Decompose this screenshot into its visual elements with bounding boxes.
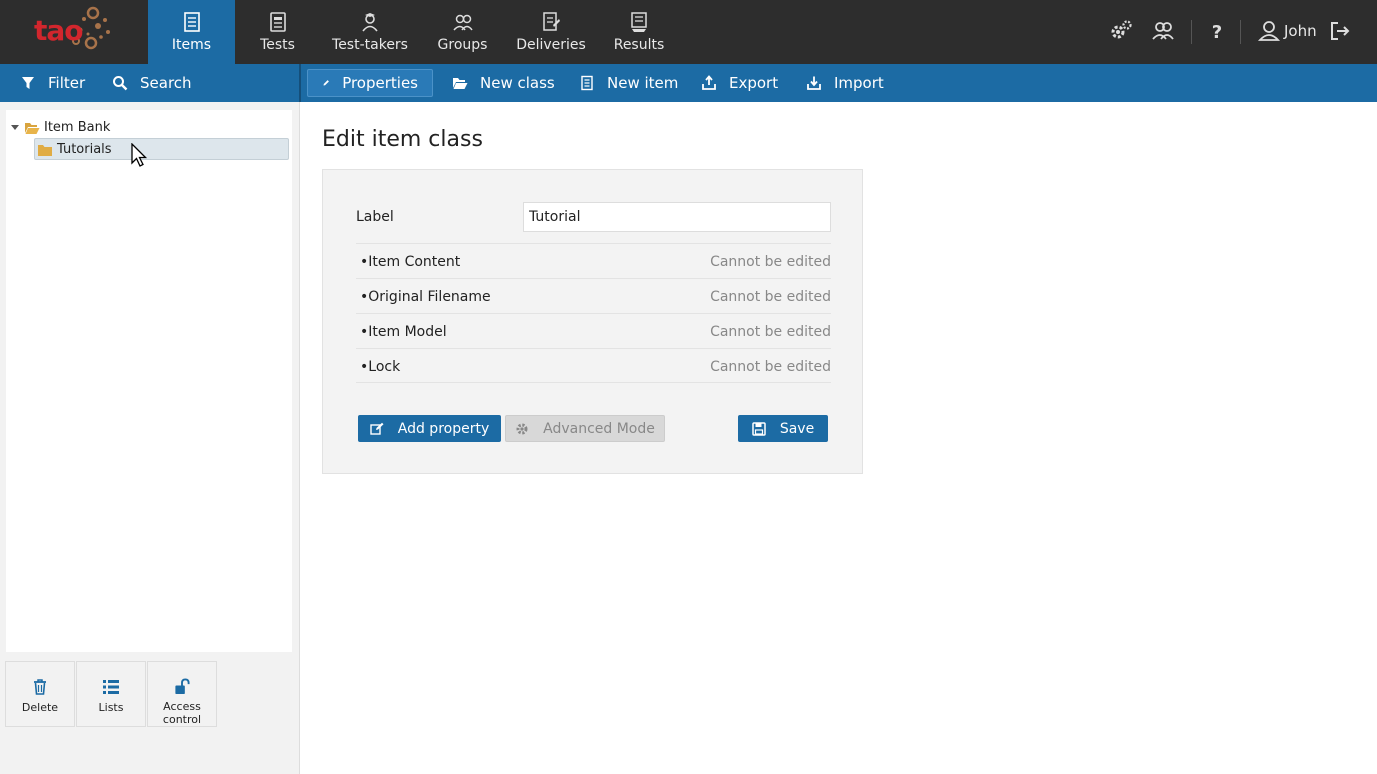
new-class-label: New class — [480, 74, 555, 92]
delete-label: Delete — [21, 701, 59, 714]
settings-icon[interactable] — [1108, 18, 1134, 44]
folder-open-icon — [453, 78, 468, 89]
page-title: Edit item class — [322, 127, 483, 152]
folder-icon — [38, 144, 52, 156]
search-label: Search — [140, 74, 192, 92]
tree-node-label: Tutorials — [57, 142, 112, 157]
import-icon — [807, 76, 821, 90]
lists-button[interactable]: Lists — [76, 661, 146, 727]
floppy-disk-icon — [752, 421, 766, 436]
test-takers-icon — [359, 11, 381, 33]
tree-node-tutorials[interactable]: Tutorials — [37, 142, 112, 157]
lists-label: Lists — [98, 701, 124, 714]
property-name: •Item Model — [360, 324, 447, 340]
item-icon — [581, 75, 593, 91]
delete-button[interactable]: Delete — [5, 661, 75, 727]
tree-node-item-bank[interactable]: Item Bank — [11, 120, 110, 135]
tool-divider — [1240, 20, 1241, 44]
pencil-icon — [323, 80, 329, 86]
top-header: tao Items Tests Test-takers Groups Deliv… — [0, 0, 1377, 64]
properties-label: Properties — [342, 74, 418, 92]
deliveries-icon — [540, 11, 562, 33]
tool-divider — [1191, 20, 1192, 44]
nav-label: Test-takers — [332, 37, 408, 53]
save-button[interactable]: Save — [738, 415, 828, 442]
logo-text: tao — [34, 14, 84, 47]
label-input[interactable] — [523, 202, 831, 232]
advanced-mode-button[interactable]: Advanced Mode — [505, 415, 665, 442]
trash-icon — [34, 679, 46, 695]
nav-tests[interactable]: Tests — [240, 0, 315, 64]
groups-icon — [452, 11, 474, 33]
filter-button[interactable]: Filter — [6, 69, 99, 97]
edit-class-form: Label •Item Content Cannot be edited •Or… — [322, 169, 863, 474]
access-control-label: Access control — [162, 700, 202, 726]
nav-label: Groups — [437, 37, 488, 53]
export-label: Export — [729, 74, 779, 92]
logout-icon[interactable] — [1327, 18, 1353, 44]
add-property-label: Add property — [397, 420, 490, 437]
nav-test-takers[interactable]: Test-takers — [330, 0, 410, 64]
nav-items[interactable]: Items — [148, 0, 235, 64]
action-bar-divider — [299, 64, 301, 102]
edit-icon — [370, 422, 384, 435]
property-row: •Item Model Cannot be edited — [356, 313, 831, 348]
resource-tree: Item Bank Tutorials — [6, 110, 292, 652]
property-name: •Item Content — [360, 254, 461, 270]
property-row: •Lock Cannot be edited — [356, 348, 831, 383]
new-item-label: New item — [607, 74, 679, 92]
new-class-button[interactable]: New class — [438, 69, 569, 97]
property-status: Cannot be edited — [710, 359, 831, 375]
import-label: Import — [834, 74, 884, 92]
property-status: Cannot be edited — [710, 254, 831, 270]
unlock-icon — [175, 678, 190, 695]
search-button[interactable]: Search — [98, 69, 206, 97]
export-button[interactable]: Export — [687, 69, 792, 97]
save-label: Save — [779, 420, 815, 437]
nav-label: Tests — [260, 37, 295, 53]
nav-label: Results — [613, 37, 665, 53]
user-name[interactable]: John — [1284, 22, 1317, 40]
new-item-button[interactable]: New item — [565, 69, 692, 97]
results-icon — [628, 11, 650, 33]
users-icon[interactable] — [1150, 18, 1176, 44]
help-icon[interactable]: ? — [1204, 18, 1230, 44]
list-icon — [103, 680, 119, 694]
filter-icon — [22, 77, 34, 89]
filter-label: Filter — [48, 74, 86, 92]
nav-label: Deliveries — [516, 37, 586, 53]
property-status: Cannot be edited — [710, 289, 831, 305]
nav-results[interactable]: Results — [610, 0, 668, 64]
label-field-label: Label — [356, 209, 394, 225]
tree-node-label: Item Bank — [44, 120, 111, 135]
nav-groups[interactable]: Groups — [430, 0, 495, 64]
tests-icon — [267, 11, 289, 33]
caret-down-icon[interactable] — [11, 125, 19, 130]
user-icon[interactable] — [1256, 18, 1282, 44]
add-property-button[interactable]: Add property — [358, 415, 501, 442]
items-icon — [181, 11, 203, 33]
access-control-button[interactable]: Access control — [147, 661, 217, 727]
property-row: •Item Content Cannot be edited — [356, 243, 831, 278]
properties-button[interactable]: Properties — [307, 69, 433, 97]
export-icon — [702, 75, 716, 90]
action-bar: Filter Search Properties New class New i… — [0, 64, 1377, 102]
nav-deliveries[interactable]: Deliveries — [515, 0, 587, 64]
property-status: Cannot be edited — [710, 324, 831, 340]
tao-logo[interactable]: tao — [0, 0, 148, 64]
nav-label: Items — [171, 37, 212, 53]
property-name: •Lock — [360, 359, 401, 375]
import-button[interactable]: Import — [792, 69, 898, 97]
gear-icon — [516, 423, 528, 434]
mouse-cursor-icon — [131, 143, 148, 167]
advanced-mode-label: Advanced Mode — [543, 420, 655, 437]
property-row: •Original Filename Cannot be edited — [356, 278, 831, 313]
search-icon — [113, 76, 128, 91]
folder-open-icon — [25, 122, 40, 134]
property-name: •Original Filename — [360, 289, 491, 305]
sidebar: Item Bank Tutorials Delete Lists Access … — [0, 102, 300, 774]
svg-text:?: ? — [1212, 22, 1222, 43]
